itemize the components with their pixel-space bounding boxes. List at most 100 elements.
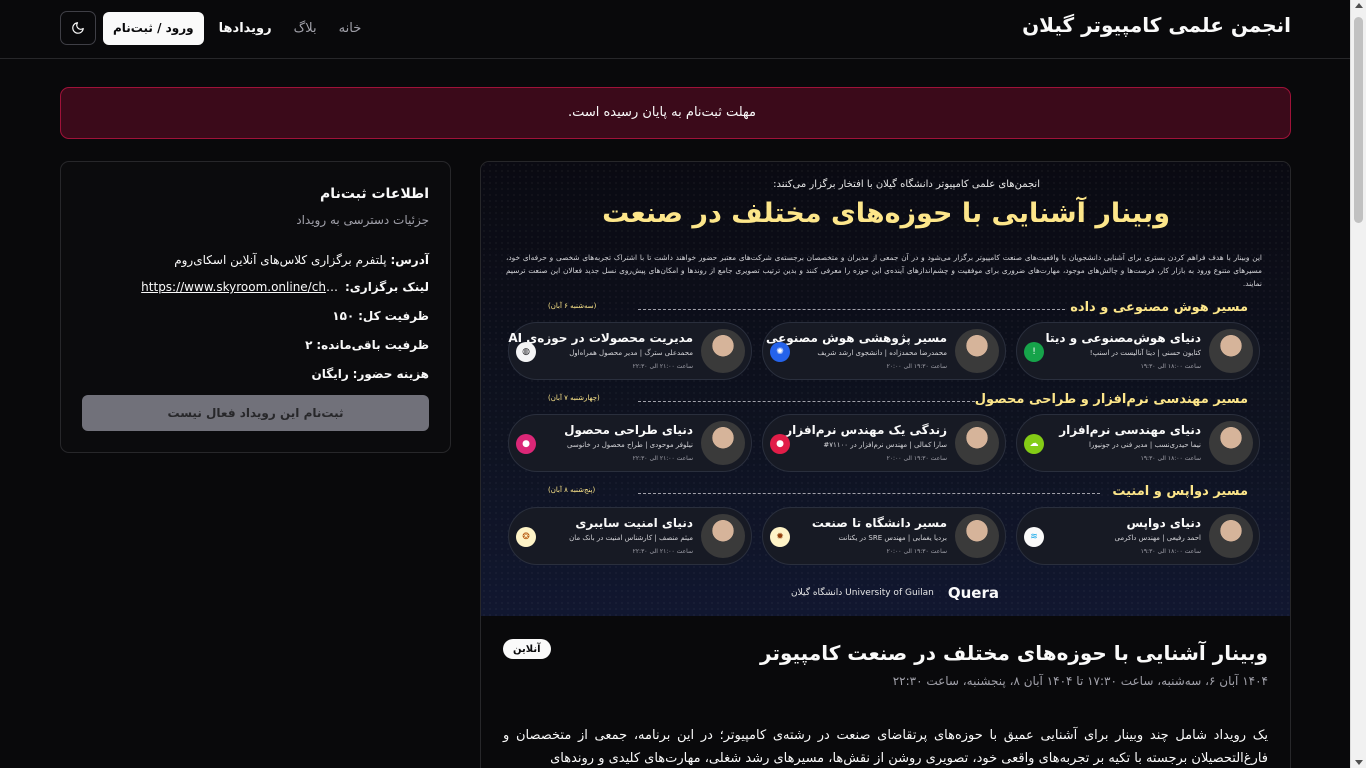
company-logo-icon: ✹ [770, 527, 790, 547]
session-title: دنیای طراحی محصول [564, 423, 693, 437]
session-speaker: بردیا یغمایی | مهندس SRE در یکتانت [838, 534, 947, 542]
track-heading: مسیر هوش مصنوعی و داده (سه‌شنبه ۶ آبان) [508, 300, 1260, 316]
capacity-label: ظرفیت کل: [358, 309, 429, 323]
track-date: (پنج‌شنبه ۸ آبان) [548, 486, 596, 494]
capacity-row: ظرفیت کل: ۱۵۰ [332, 309, 429, 323]
session-time: ساعت ۱۹:۳۰ الی ۲۰:۰۰ [886, 455, 947, 462]
session-time: ساعت ۲۱:۰۰ الی ۲۲:۳۰ [632, 363, 693, 370]
login-register-button[interactable]: ورود / ثبت‌نام [103, 11, 204, 45]
site-header: انجمن علمی کامپیوتر گیلان ورود / ثبت‌نام… [0, 0, 1350, 59]
address-label: آدرس: [390, 253, 429, 267]
event-description: یک رویداد شامل چند وبینار برای آشنایی عم… [503, 728, 1268, 766]
session-title: مدیریت محصولات در حوزه‌ی AI [508, 331, 693, 345]
session-speaker: نیلوفر موحودی | طراح محصول در خانوسی [567, 441, 693, 449]
session-speaker: کتایون حسنی | دیتا آنالیست در اسنپ! [1089, 349, 1201, 357]
remaining-value: ۲ [305, 338, 313, 352]
session-card: زندگی یک مهندس نرم‌افزار سارا کمالی | مه… [762, 414, 1006, 472]
page-scrollbar[interactable] [1350, 0, 1366, 768]
poster-description: این وبینار با هدف فراهم کردن بستری برای … [506, 253, 1262, 288]
session-time: ساعت ۱۸:۰۰ الی ۱۹:۳۰ [1140, 363, 1201, 370]
session-card: مسیر دانشگاه تا صنعت بردیا یغمایی | مهند… [762, 507, 1006, 565]
address-row: آدرس: پلتفرم برگزاری کلاس‌های آنلاین اسک… [174, 253, 429, 267]
track-heading: مسیر مهندسی نرم‌افزار و طراحی محصول (چها… [508, 392, 1260, 408]
speaker-photo [955, 329, 999, 373]
main-nav: ورود / ثبت‌نام رویدادها بلاگ خانه [60, 11, 361, 45]
university-logo-icon: ✺ [770, 342, 790, 362]
session-speaker: محمدرضا محمدزاده | دانشجوی ارشد شریف [817, 349, 947, 357]
remaining-row: ظرفیت باقی‌مانده: ۲ [305, 338, 429, 352]
session-card: مسیر پژوهشی هوش مصنوعی محمدرضا محمدزاده … [762, 322, 1006, 380]
quera-logo: Quera [947, 584, 999, 602]
session-card: مدیریت محصولات در حوزه‌ی AI محمدعلی سترگ… [508, 322, 752, 380]
bank-logo-icon: ❂ [516, 527, 536, 547]
track-date: (چهارشنبه ۷ آبان) [548, 394, 600, 402]
company-logo-icon: ● [770, 434, 790, 454]
session-title: زندگی یک مهندس نرم‌افزار [785, 423, 947, 437]
poster-title: وبینار آشنایی با حوزه‌های مختلف در صنعت [602, 198, 1170, 229]
register-button-disabled[interactable]: ثبت‌نام این رویداد فعال نیست [82, 395, 429, 431]
company-logo-icon: ! [1024, 342, 1044, 362]
session-card: دنیای هوش‌مصنوعی و دیتا کتایون حسنی | دی… [1016, 322, 1260, 380]
nav-link-blog[interactable]: بلاگ [294, 21, 317, 36]
speaker-photo [1209, 421, 1253, 465]
link-label: لینک برگزاری: [345, 280, 429, 294]
company-logo-icon: ● [516, 434, 536, 454]
theme-toggle-button[interactable] [60, 11, 96, 45]
docker-logo-icon: ≋ [1024, 527, 1044, 547]
session-time: ساعت ۱۹:۳۰ الی ۲۰:۰۰ [886, 363, 947, 370]
webinar-link[interactable]: https://www.skyroom.online/ch/guilance/w… [141, 280, 341, 294]
moon-icon [72, 22, 84, 34]
nav-link-events[interactable]: رویدادها [219, 21, 272, 36]
site-title[interactable]: انجمن علمی کامپیوتر گیلان [1022, 13, 1291, 37]
track-heading: مسیر دواپس و امنیت (پنج‌شنبه ۸ آبان) [508, 484, 1260, 500]
session-speaker: میثم منصف | کارشناس امنیت در بانک مان [569, 534, 693, 542]
track-title: مسیر هوش مصنوعی و داده [1070, 300, 1248, 315]
poster-logos: دانشگاه گیلان University of Guilan Quera [791, 582, 999, 604]
session-time: ساعت ۱۸:۰۰ الی ۱۹:۳۰ [1140, 455, 1201, 462]
nav-link-home[interactable]: خانه [339, 21, 362, 36]
poster-intro: انجمن‌های علمی کامپیوتر دانشگاه گیلان با… [773, 179, 1040, 190]
speaker-photo [1209, 514, 1253, 558]
cloud-logo-icon: ☁ [1024, 434, 1044, 454]
capacity-value: ۱۵۰ [332, 309, 355, 323]
cost-value: رایگان [311, 367, 349, 381]
session-title: مسیر دانشگاه تا صنعت [811, 516, 947, 530]
session-card: دنیای طراحی محصول نیلوفر موحودی | طراح م… [508, 414, 752, 472]
track-divider [638, 401, 975, 402]
scroll-up-arrow-icon[interactable] [1355, 3, 1363, 8]
university-guilan-logo: دانشگاه گیلان University of Guilan [791, 588, 934, 598]
speaker-photo [955, 514, 999, 558]
track-date: (سه‌شنبه ۶ آبان) [548, 302, 597, 310]
cost-row: هزینه حضور: رایگان [312, 367, 429, 381]
session-speaker: نیما حیدری‌نسب | مدیر فنی در جونیورا [1089, 441, 1201, 449]
track-divider [638, 309, 1065, 310]
session-title: دنیای مهندسی نرم‌افزار [1059, 423, 1201, 437]
scrollbar-thumb[interactable] [1354, 17, 1363, 223]
event-date: ۱۴۰۴ آبان ۶، سه‌شنبه، ساعت ۱۷:۳۰ تا ۱۴۰۴… [892, 674, 1268, 688]
session-time: ساعت ۲۱:۰۰ الی ۲۲:۳۰ [632, 455, 693, 462]
session-title: دنیای هوش‌مصنوعی و دیتا [1045, 331, 1201, 345]
cost-label: هزینه حضور: [352, 367, 429, 381]
event-poster: انجمن‌های علمی کامپیوتر دانشگاه گیلان با… [481, 162, 1290, 616]
session-card: دنیای دواپس احمد رفیعی | مهندس داکرمی سا… [1016, 507, 1260, 565]
address-value: پلتفرم برگزاری کلاس‌های آنلاین اسکای‌روم [174, 253, 387, 267]
scroll-down-arrow-icon[interactable] [1355, 760, 1363, 765]
speaker-photo [1209, 329, 1253, 373]
speaker-photo [955, 421, 999, 465]
session-card: دنیای امنیت سایبری میثم منصف | کارشناس ا… [508, 507, 752, 565]
session-time: ساعت ۱۸:۰۰ الی ۱۹:۳۰ [1140, 548, 1201, 555]
session-speaker: احمد رفیعی | مهندس داکرمی [1114, 534, 1201, 542]
speaker-photo [701, 514, 745, 558]
company-logo-icon: ◍ [516, 342, 536, 362]
page: انجمن علمی کامپیوتر گیلان ورود / ثبت‌نام… [0, 0, 1366, 768]
session-title: دنیای امنیت سایبری [575, 516, 693, 530]
event-card: انجمن‌های علمی کامپیوتر دانشگاه گیلان با… [480, 161, 1291, 768]
session-speaker: محمدعلی سترگ | مدیر محصول همراه‌اول [569, 349, 693, 357]
speaker-photo [701, 329, 745, 373]
registration-closed-alert: مهلت ثبت‌نام به پایان رسیده است. [60, 87, 1291, 139]
online-badge: آنلاین [503, 639, 551, 659]
registration-subtitle: جزئیات دسترسی به رویداد [296, 213, 429, 227]
session-speaker: سارا کمالی | مهندس نرم‌افزار در ۷۱۱۰۰# [823, 441, 947, 449]
session-title: مسیر پژوهشی هوش مصنوعی [765, 331, 947, 345]
remaining-label: ظرفیت باقی‌مانده: [316, 338, 429, 352]
